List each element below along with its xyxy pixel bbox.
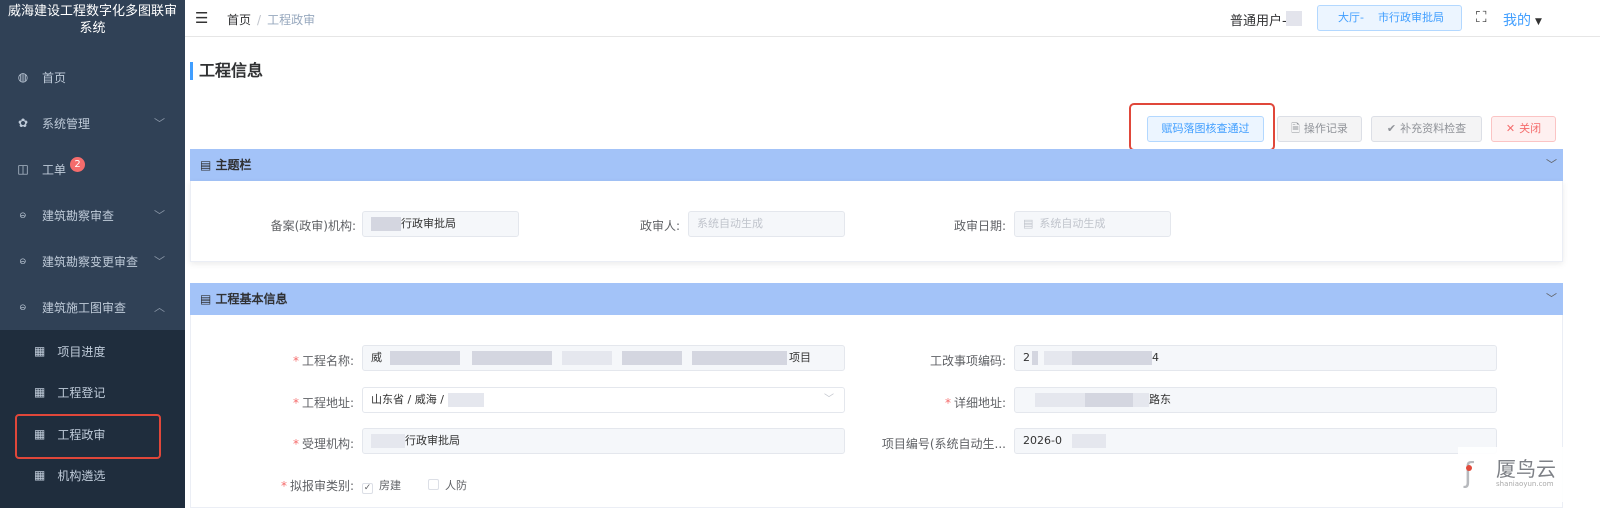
breadcrumb-separator: / (257, 13, 262, 27)
project-number-label: 项目编号(系统自动生... (881, 437, 1006, 451)
top-header: ☰ 首页 / 工程政审 普通用户- 大厅- 市行政审批局 ⛶ 我的 ▼ (185, 0, 1600, 37)
breadcrumb-home[interactable]: 首页 (227, 13, 251, 27)
check-circle-icon: ✔ (1386, 122, 1397, 135)
chevron-down-icon[interactable]: ﹀ (1546, 149, 1557, 181)
sidebar-item-label: 工程登记 (57, 385, 106, 400)
reform-code-field[interactable]: 24 (1014, 345, 1497, 371)
sidebar-item-label: 工单 (42, 162, 67, 177)
bird-logo-icon: ʃ (1464, 456, 1474, 489)
sidebar-item-label: 建筑施工图审查 (42, 300, 127, 315)
operation-log-button[interactable]: 🗎 操作记录 (1277, 116, 1362, 142)
role-suffix: 市行政审批局 (1377, 11, 1444, 24)
section-header-basic[interactable]: ▤ 工程基本信息 ﹀ (190, 283, 1563, 315)
sidebar-item-label: 首页 (42, 70, 67, 85)
document-icon: 🗎 (1291, 122, 1300, 135)
watermark: ʃ 厦鸟云 shaniaoyun.com (1458, 447, 1598, 502)
review-date-field[interactable]: ▤ 系统自动生成 (1014, 211, 1171, 237)
dashboard-icon: ◍ (17, 70, 29, 84)
review-date-label: 政审日期: (953, 219, 1006, 233)
chevron-down-icon: ﹀ (154, 209, 165, 222)
logo-dot (1466, 465, 1472, 471)
highlight-box (1129, 103, 1275, 151)
table-icon: ▦ (34, 344, 46, 358)
chevron-down-icon[interactable]: ﹀ (1546, 283, 1557, 315)
app-title: 威海建设工程数字化多图联审系统 (7, 4, 177, 36)
reviewer-label: 政审人: (639, 219, 680, 233)
chevron-down-icon: ﹀ (154, 117, 165, 130)
menu-toggle-icon[interactable]: ☰ (195, 9, 208, 27)
project-name-label: * 工程名称: (292, 354, 354, 368)
org-label: 备案(政审)机构: (270, 219, 356, 233)
watermark-name: 厦鸟云 (1496, 457, 1556, 481)
sidebar-item-label: 建筑勘察变更审查 (42, 254, 139, 269)
checkbox-checked-icon: ✓ (362, 483, 373, 494)
user-label: 普通用户- (1230, 14, 1287, 29)
sidebar-subitem-org-select[interactable]: ▦ 机构遴选 (0, 455, 185, 495)
calendar-icon: ▤ (1023, 217, 1034, 230)
sidebar-item-label: 项目进度 (57, 344, 106, 359)
role-switcher[interactable]: 大厅- 市行政审批局 (1317, 5, 1462, 31)
sidebar-subitem-register[interactable]: ▦ 工程登记 (0, 372, 185, 412)
document-icon: ဓ (19, 207, 27, 221)
document-icon: ဓ (19, 299, 27, 313)
category-checkbox-civil-defense[interactable]: 人防 (428, 477, 467, 493)
close-button[interactable]: ✕ 关闭 (1491, 116, 1556, 142)
highlight-box (15, 414, 161, 459)
caret-down-icon[interactable]: ▼ (1535, 17, 1542, 27)
category-checkbox-housing[interactable]: ✓ 房建 (362, 477, 401, 494)
chevron-down-icon: ﹀ (824, 394, 834, 405)
accept-org-field[interactable]: 行政审批局 (362, 428, 845, 454)
breadcrumb: 首页 / 工程政审 (227, 11, 315, 28)
sidebar-item-workorder[interactable]: ◫ 工单 2 (0, 147, 185, 191)
section-icon: ▤ (200, 292, 216, 306)
user-name-redacted (1286, 11, 1302, 26)
reform-code-label: 工改事项编码: (929, 354, 1006, 368)
count-badge: 2 (70, 156, 86, 172)
user-menu[interactable]: 我的 (1503, 10, 1531, 30)
section-icon: ▤ (200, 158, 216, 172)
chevron-down-icon: ﹀ (154, 255, 165, 268)
project-name-field[interactable]: 威项目 (362, 345, 845, 371)
sidebar-item-construction-review[interactable]: ဓ 建筑施工图审查 ︿ (0, 285, 185, 329)
category-label: * 拟报审类别: (280, 479, 354, 493)
sidebar-subitem-progress[interactable]: ▦ 项目进度 (0, 331, 185, 371)
org-field[interactable]: 行政审批局 (362, 211, 519, 237)
checkbox-empty-icon (428, 479, 439, 490)
chevron-up-icon: ︿ (154, 301, 165, 314)
document-icon: ဓ (19, 253, 27, 267)
role-prefix: 大厅- (1338, 11, 1364, 24)
watermark-url: shaniaoyun.com (1496, 480, 1554, 488)
accept-org-label: * 受理机构: (292, 437, 354, 451)
address-label: * 工程地址: (292, 396, 354, 410)
reviewer-field[interactable]: 系统自动生成 (688, 211, 845, 237)
section-title: 主题栏 (215, 158, 252, 172)
page-title: 工程信息 (190, 62, 263, 80)
sidebar-item-home[interactable]: ◍ 首页 (0, 55, 185, 99)
close-icon: ✕ (1505, 122, 1516, 135)
address-select[interactable]: 山东省 / 威海 / ﹀ (362, 387, 845, 413)
fullscreen-icon[interactable]: ⛶ (1476, 8, 1487, 26)
section-title: 工程基本信息 (215, 292, 288, 306)
sidebar-item-survey-change-review[interactable]: ဓ 建筑勘察变更审查 ﹀ (0, 239, 185, 283)
detail-address-field[interactable]: 路东 (1014, 387, 1497, 413)
book-icon: ◫ (17, 162, 29, 176)
sidebar: 威海建设工程数字化多图联审系统 ◍ 首页 ✿ 系统管理 ﹀ ◫ 工单 2 ဓ 建… (0, 0, 185, 508)
sidebar-item-survey-review[interactable]: ဓ 建筑勘察审查 ﹀ (0, 193, 185, 237)
breadcrumb-current: 工程政审 (267, 13, 316, 27)
detail-address-label: * 详细地址: (944, 396, 1006, 410)
project-number-field[interactable]: 2026-0 (1014, 428, 1497, 454)
gear-icon: ✿ (17, 116, 29, 130)
sidebar-item-label: 建筑勘察审查 (42, 208, 115, 223)
section-header-topic[interactable]: ▤ 主题栏 ﹀ (190, 149, 1563, 181)
sidebar-item-label: 系统管理 (42, 116, 91, 131)
sidebar-item-label: 机构遴选 (57, 468, 106, 483)
table-icon: ▦ (34, 385, 46, 399)
table-icon: ▦ (34, 468, 46, 482)
sidebar-item-system[interactable]: ✿ 系统管理 ﹀ (0, 101, 185, 145)
supplement-check-button[interactable]: ✔ 补充资料检查 (1371, 116, 1482, 142)
